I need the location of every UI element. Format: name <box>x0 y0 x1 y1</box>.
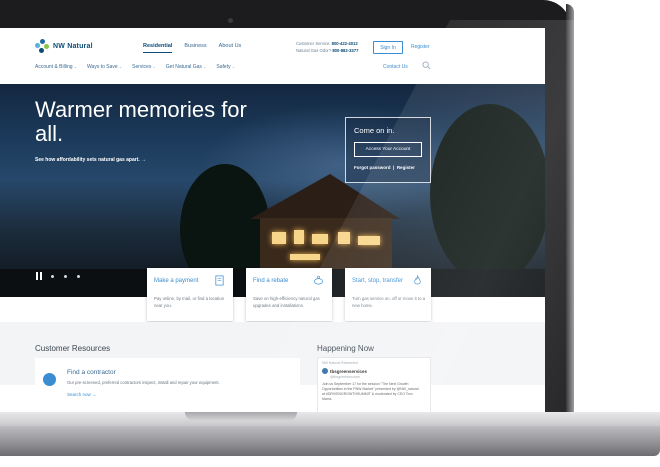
card-title: Find a rebate <box>253 278 289 284</box>
tweet-author[interactable]: tbsgreenservices <box>330 369 367 374</box>
card-body: Pay online, by mail, or find a location … <box>154 296 224 308</box>
search-now-link[interactable]: Search now → <box>67 392 97 397</box>
card-make-payment[interactable]: Make a payment Pay online, by mail, or f… <box>147 268 233 321</box>
tree-silhouette <box>430 104 545 284</box>
nav-business[interactable]: Business <box>184 43 206 49</box>
laptop-mockup: NW Natural Residential Business About Us… <box>0 0 660 467</box>
gas-odor-label: Natural Gas Odor? <box>296 48 332 53</box>
subnav-services[interactable]: Services <box>132 64 156 70</box>
headline-line-2: all. <box>35 121 64 146</box>
customer-service-number[interactable]: 800-422-4012 <box>332 41 358 46</box>
card-start-stop-transfer[interactable]: Start, stop, transfer Turn gas service o… <box>345 268 431 321</box>
hero-headline: Warmer memories for all. <box>35 98 295 146</box>
hero-subline-link[interactable]: See how affordability sets natural gas a… <box>35 157 146 163</box>
login-links: Forgot password | Register <box>354 165 415 170</box>
top-nav: Residential Business About Us <box>143 43 242 53</box>
separator: | <box>393 165 395 170</box>
contact-numbers: Customer Service: 800-422-4012 Natural G… <box>296 40 358 54</box>
bill-icon <box>215 275 224 286</box>
card-title: Make a payment <box>154 278 199 284</box>
lid-notch <box>185 412 297 421</box>
card-find-rebate[interactable]: Find a rebate Save on high-efficiency na… <box>246 268 332 321</box>
gas-odor-number[interactable]: 800-882-3377 <box>332 48 358 53</box>
sub-nav: Account & Billing Ways to Save Services … <box>35 64 235 70</box>
site-header: NW Natural Residential Business About Us… <box>0 28 545 85</box>
tweet-handle: @tbsgreenservices <box>330 375 361 379</box>
nav-about-us[interactable]: About Us <box>219 43 242 49</box>
forgot-password-link[interactable]: Forgot password <box>354 165 391 170</box>
customer-resources-title: Customer Resources <box>35 344 111 353</box>
logo[interactable]: NW Natural <box>35 39 93 53</box>
subnav-ways-to-save[interactable]: Ways to Save <box>87 64 122 70</box>
headline-line-1: Warmer memories for <box>35 97 247 122</box>
pause-icon[interactable] <box>35 272 43 280</box>
tweet-text: Join us September 17 for the session "Th… <box>322 382 419 401</box>
piggy-bank-icon <box>314 275 323 285</box>
carousel-dot[interactable] <box>77 275 80 278</box>
flame-icon <box>414 275 421 285</box>
happening-now-title: Happening Now <box>317 344 374 353</box>
login-title: Come on in. <box>354 126 395 135</box>
tweet-meta: NW Natural Retweeted <box>322 361 358 365</box>
card-body: Turn gas service on, off or move it to a… <box>352 296 426 308</box>
logo-icon <box>35 39 49 53</box>
subnav-get-natural-gas[interactable]: Get Natural Gas <box>166 64 207 70</box>
subnav-safety[interactable]: Safety <box>216 64 235 70</box>
register-link[interactable]: Register <box>411 44 430 50</box>
search-icon[interactable] <box>422 61 431 70</box>
house-image <box>250 174 400 274</box>
carousel-dot[interactable] <box>64 275 67 278</box>
contractor-title: Find a contractor <box>67 369 116 376</box>
carousel-dot[interactable] <box>51 275 54 278</box>
card-body: Save on high-efficiency natural gas upgr… <box>253 296 320 308</box>
sign-in-button[interactable]: Sign In <box>373 41 403 54</box>
contractor-icon <box>43 373 56 386</box>
contractor-description: Our pre-screened, preferred contractors … <box>67 380 220 385</box>
register-link-hero[interactable]: Register <box>397 165 415 170</box>
contact-us-link[interactable]: Contact Us <box>383 64 408 70</box>
logo-text: NW Natural <box>53 42 93 50</box>
access-account-button[interactable]: Access Your Account <box>354 142 422 157</box>
nav-residential[interactable]: Residential <box>143 43 173 53</box>
customer-service-label: Customer Service: <box>296 41 331 46</box>
subnav-account-billing[interactable]: Account & Billing <box>35 64 77 70</box>
avatar <box>322 368 328 374</box>
card-title: Start, stop, transfer <box>352 278 404 284</box>
camera-icon <box>228 18 233 23</box>
laptop-base <box>0 412 660 467</box>
